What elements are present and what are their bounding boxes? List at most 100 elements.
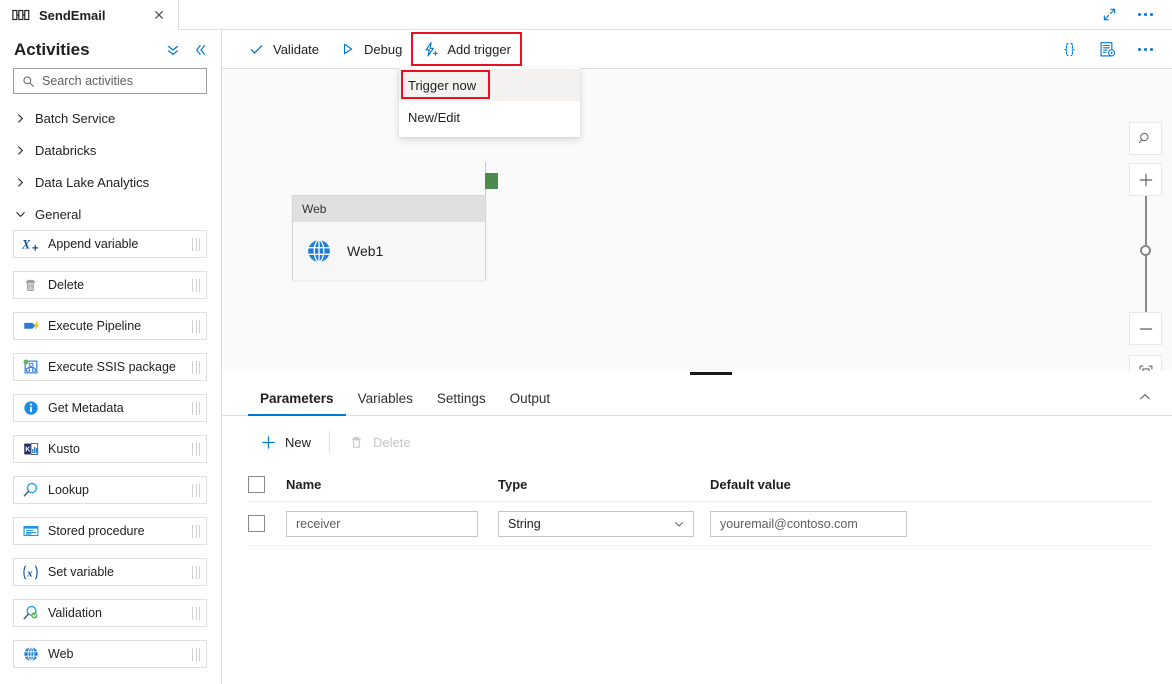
more-ellipsis-icon[interactable]	[1134, 4, 1156, 26]
select-all-cell	[248, 476, 286, 493]
activity-item-execute-ssis-package[interactable]: Execute SSIS package	[13, 353, 207, 381]
node-name-label: Web1	[347, 243, 384, 259]
globe-icon	[21, 645, 40, 664]
more-ellipsis-icon[interactable]	[1134, 38, 1156, 60]
chevron-up-icon[interactable]	[1134, 387, 1156, 407]
close-icon[interactable]: ✕	[150, 6, 168, 24]
double-chevron-left-icon[interactable]	[193, 42, 209, 58]
delete-parameter-button[interactable]: Delete	[336, 426, 423, 458]
sidebar-title: Activities	[14, 40, 90, 59]
activity-item-set-variable[interactable]: x Set variable	[13, 558, 207, 586]
drag-handle[interactable]	[192, 483, 200, 497]
activity-item-validation[interactable]: Validation	[13, 599, 207, 627]
activity-label: Execute Pipeline	[48, 319, 142, 333]
zoom-slider-thumb[interactable]	[1140, 245, 1151, 256]
splitter-grip[interactable]	[690, 372, 732, 375]
menu-item-label: Trigger now	[408, 77, 477, 93]
menu-item-trigger-now[interactable]: Trigger now	[399, 69, 580, 101]
code-braces-icon[interactable]	[1058, 38, 1080, 60]
command-separator	[329, 431, 331, 453]
parameter-name-input[interactable]: receiver	[286, 510, 478, 537]
add-trigger-button[interactable]: Add trigger	[411, 32, 522, 66]
tab-variables[interactable]: Variables	[346, 391, 425, 415]
zoom-out-icon[interactable]	[1129, 312, 1162, 345]
drag-handle[interactable]	[192, 237, 200, 251]
select-all-checkbox[interactable]	[248, 476, 265, 493]
properties-gear-icon[interactable]	[1096, 38, 1118, 60]
parameter-default-value-input[interactable]: youremail@contoso.com	[710, 510, 907, 537]
menu-item-label: New/Edit	[408, 109, 461, 125]
activity-item-kusto[interactable]: K Kusto	[13, 435, 207, 463]
sidebar-group-data-lake-analytics[interactable]: Data Lake Analytics	[0, 166, 221, 198]
checkmark-icon	[248, 41, 265, 58]
pipeline-canvas[interactable]: Web Web1	[222, 69, 1172, 371]
ssis-package-icon	[21, 358, 40, 377]
sidebar-group-batch-service[interactable]: Batch Service	[0, 102, 221, 134]
canvas-zoom-controls	[1129, 122, 1162, 371]
pipeline-toolbar: Validate Debug Add trigger	[222, 30, 1172, 69]
stored-procedure-icon	[21, 522, 40, 541]
new-parameter-button[interactable]: New	[248, 426, 323, 458]
sidebar-header-actions	[165, 42, 209, 58]
double-chevron-down-icon[interactable]	[165, 42, 181, 58]
drag-handle[interactable]	[192, 524, 200, 538]
activity-item-lookup[interactable]: Lookup	[13, 476, 207, 504]
activity-item-execute-pipeline[interactable]: Execute Pipeline	[13, 312, 207, 340]
debug-label: Debug	[364, 41, 403, 57]
fit-to-screen-icon[interactable]	[1129, 355, 1162, 371]
pipeline-icon	[12, 8, 30, 22]
activity-item-delete[interactable]: Delete	[13, 271, 207, 299]
drag-handle[interactable]	[192, 606, 200, 620]
window-actions	[1098, 0, 1172, 30]
table-row: receiver String youremail@contoso.com	[248, 502, 1152, 546]
activity-item-append-variable[interactable]: X Append variable	[13, 230, 207, 258]
drag-handle[interactable]	[192, 278, 200, 292]
activity-item-web[interactable]: Web	[13, 640, 207, 668]
zoom-slider[interactable]	[1129, 196, 1162, 312]
zoom-search-icon[interactable]	[1129, 122, 1162, 155]
magnifier-icon	[21, 481, 40, 500]
activity-label: Append variable	[48, 237, 139, 251]
tab-label: Output	[509, 391, 551, 406]
parameters-command-bar: New Delete	[222, 416, 1172, 468]
debug-button[interactable]: Debug	[329, 33, 412, 65]
search-activities-box[interactable]	[13, 68, 207, 94]
sidebar-group-general[interactable]: General	[0, 198, 221, 230]
drag-handle[interactable]	[192, 319, 200, 333]
activity-item-get-metadata[interactable]: Get Metadata	[13, 394, 207, 422]
search-input[interactable]	[42, 74, 198, 88]
drag-handle[interactable]	[192, 401, 200, 415]
pipeline-tab-label: SendEmail	[39, 7, 106, 23]
tab-parameters[interactable]: Parameters	[248, 391, 346, 416]
success-connector[interactable]	[485, 173, 498, 189]
zoom-in-icon[interactable]	[1129, 163, 1162, 196]
row-checkbox[interactable]	[248, 515, 265, 532]
drag-handle[interactable]	[192, 442, 200, 456]
tab-settings[interactable]: Settings	[425, 391, 498, 415]
activity-label: Kusto	[48, 442, 80, 456]
drag-handle[interactable]	[192, 647, 200, 661]
append-variable-icon: X	[21, 235, 40, 254]
sidebar-group-databricks[interactable]: Databricks	[0, 134, 221, 166]
drag-handle[interactable]	[192, 360, 200, 374]
activity-node-web1[interactable]: Web Web1	[292, 195, 486, 280]
cell-name: receiver	[286, 510, 498, 537]
menu-item-new-edit[interactable]: New/Edit	[399, 101, 580, 133]
delete-parameter-label: Delete	[373, 434, 411, 450]
tab-bar-spacer	[179, 0, 1098, 30]
globe-icon	[305, 237, 333, 265]
expand-diagonal-icon[interactable]	[1098, 4, 1120, 26]
activity-item-stored-procedure[interactable]: Stored procedure	[13, 517, 207, 545]
tab-output[interactable]: Output	[498, 391, 563, 415]
parameter-type-select[interactable]: String	[498, 510, 694, 537]
sidebar-group-label: General	[35, 206, 82, 222]
properties-tabs: Parameters Variables Settings Output	[222, 376, 1172, 416]
node-type-label: Web	[302, 202, 327, 216]
sidebar-header: Activities	[0, 30, 221, 68]
pipeline-tab-sendemail[interactable]: SendEmail ✕	[0, 0, 179, 30]
drag-handle[interactable]	[192, 565, 200, 579]
validate-button[interactable]: Validate	[238, 33, 329, 65]
tab-bar: SendEmail ✕	[0, 0, 1172, 30]
info-icon	[21, 399, 40, 418]
activity-label: Delete	[48, 278, 85, 292]
